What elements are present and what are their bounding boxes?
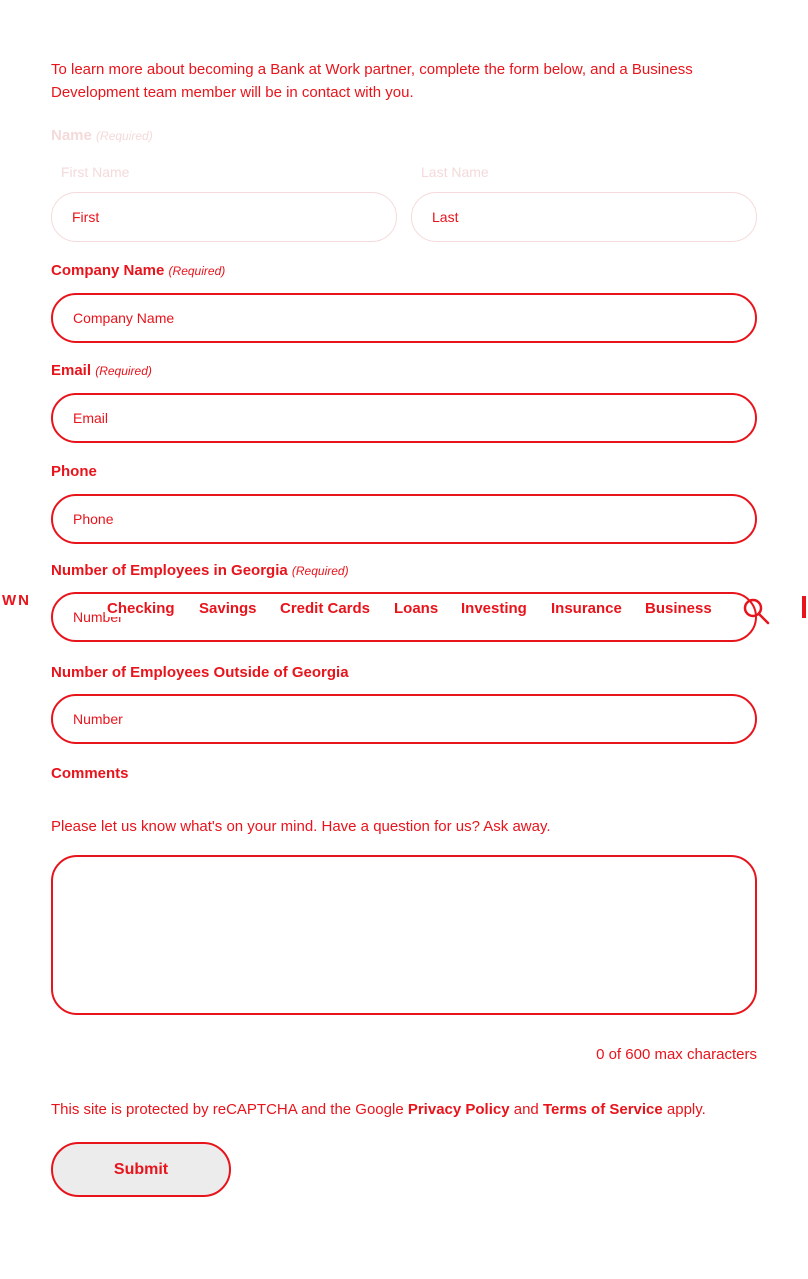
first-name-input[interactable]	[51, 192, 397, 242]
name-required: (Required)	[96, 129, 153, 143]
privacy-policy-link[interactable]: Privacy Policy	[408, 1101, 510, 1118]
comments-label: Comments	[51, 765, 129, 782]
name-label: Name (Required)	[51, 127, 153, 144]
recaptcha-prefix: This site is protected by reCAPTCHA and …	[51, 1101, 404, 1118]
company-label: Company Name (Required)	[51, 262, 225, 279]
terms-of-service-link[interactable]: Terms of Service	[543, 1101, 663, 1118]
employees-georgia-required: (Required)	[291, 564, 349, 578]
employees-outside-input[interactable]	[51, 694, 757, 744]
company-name-input[interactable]	[51, 293, 757, 343]
nav-credit-cards[interactable]: Credit Cards	[278, 600, 373, 617]
nav-insurance[interactable]: Insurance	[549, 600, 624, 617]
employees-georgia-label-text: Number of Employees in Georgia	[51, 562, 288, 579]
nav-loans[interactable]: Loans	[392, 600, 441, 617]
email-label: Email (Required)	[51, 362, 152, 379]
comments-help-text: Please let us know what's on your mind. …	[51, 818, 551, 835]
recaptcha-notice: This site is protected by reCAPTCHA and …	[51, 1101, 706, 1118]
first-name-label: First Name	[61, 164, 130, 180]
email-required: (Required)	[95, 364, 152, 378]
nav-checking[interactable]: Checking	[105, 600, 177, 617]
company-required: (Required)	[168, 264, 226, 278]
employees-georgia-label: Number of Employees in Georgia (Required…	[51, 562, 349, 579]
last-name-input[interactable]	[411, 192, 757, 242]
nav-business[interactable]: Business	[643, 600, 714, 617]
last-name-label: Last Name	[421, 164, 489, 180]
email-label-text: Email	[51, 362, 92, 379]
logo-fragment[interactable]: WN	[2, 592, 31, 609]
phone-label: Phone	[51, 463, 97, 480]
recaptcha-suffix: apply.	[666, 1101, 706, 1118]
submit-button[interactable]: Submit	[51, 1142, 231, 1197]
company-label-text: Company Name	[51, 262, 165, 279]
recaptcha-and: and	[513, 1101, 539, 1118]
search-icon[interactable]	[741, 596, 771, 626]
nav-savings[interactable]: Savings	[197, 600, 259, 617]
nav-edge-fragment	[802, 596, 806, 618]
name-label-text: Name	[51, 127, 92, 144]
employees-outside-label: Number of Employees Outside of Georgia	[51, 664, 349, 681]
character-counter: 0 of 600 max characters	[596, 1046, 757, 1063]
intro-text: To learn more about becoming a Bank at W…	[51, 61, 693, 101]
top-navigation: WN Checking Savings Credit Cards Loans I…	[0, 588, 808, 628]
nav-investing[interactable]: Investing	[459, 600, 529, 617]
comments-textarea[interactable]	[51, 855, 757, 1015]
phone-input[interactable]	[51, 494, 757, 544]
email-input[interactable]	[51, 393, 757, 443]
